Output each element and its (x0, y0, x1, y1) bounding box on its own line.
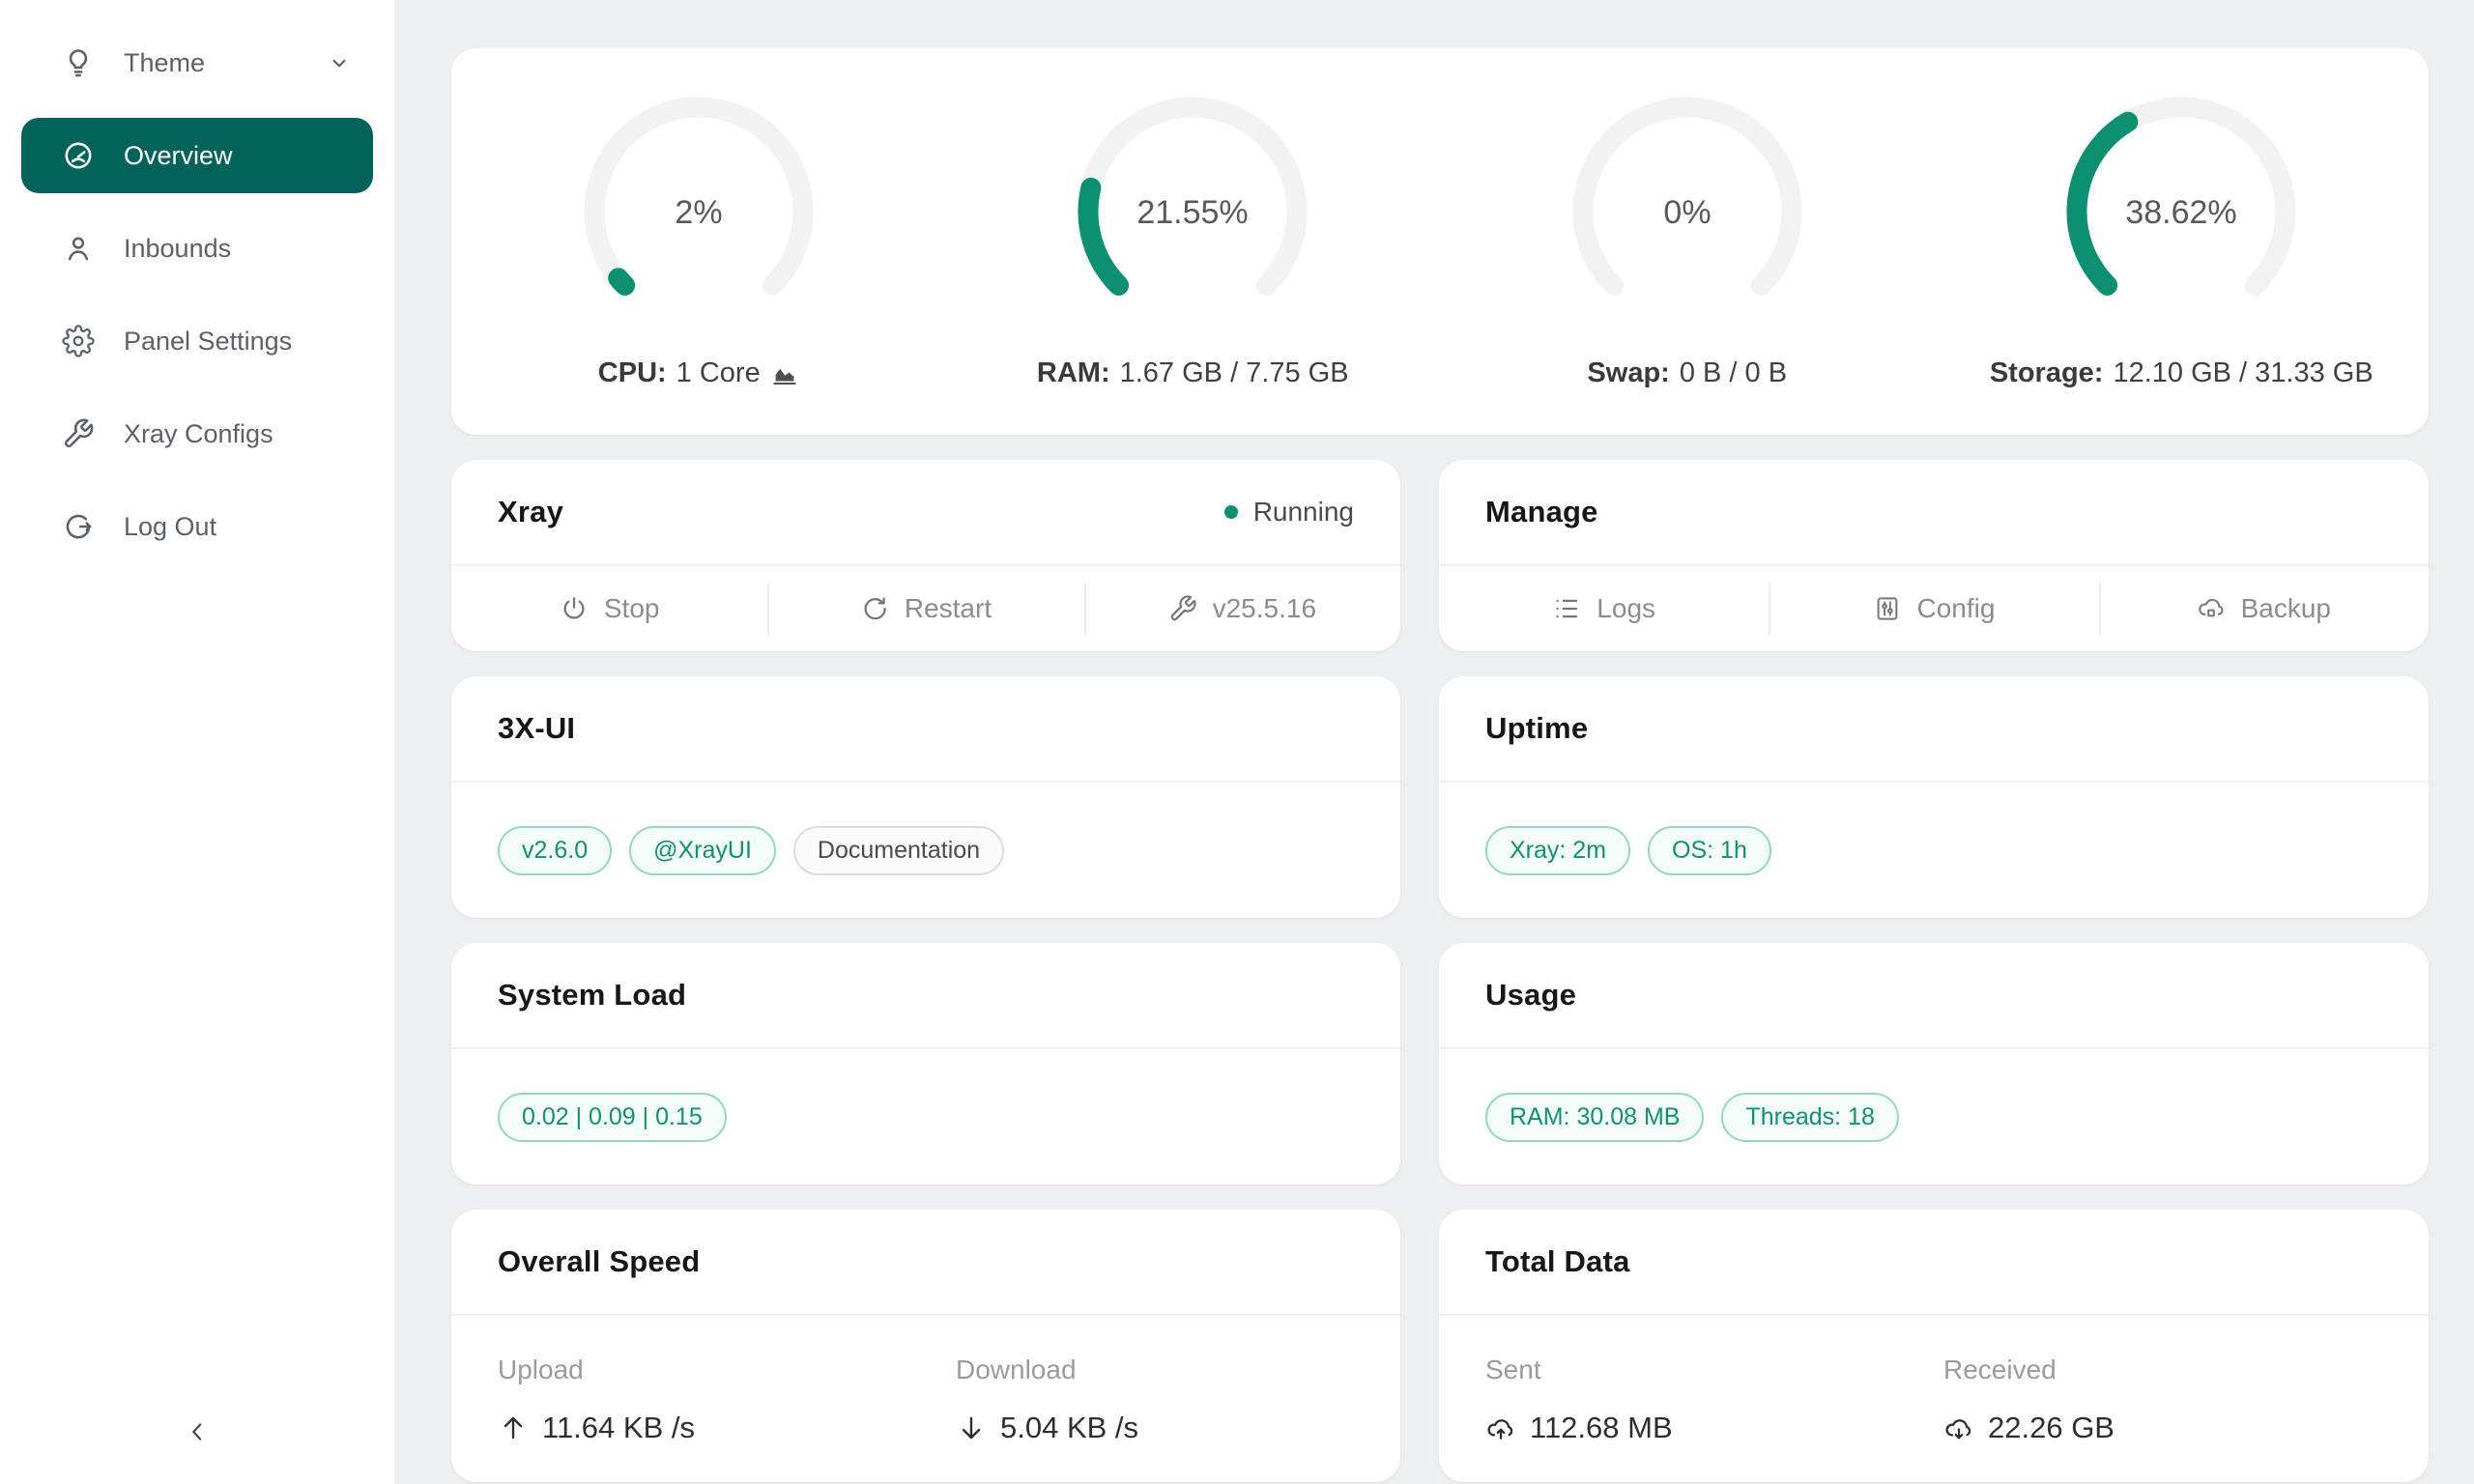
sidebar-collapse-button[interactable] (0, 1397, 394, 1467)
wrench-icon (1168, 594, 1197, 623)
cloud-upload-icon (1485, 1413, 1516, 1443)
os-uptime-badge: OS: 1h (1648, 826, 1771, 875)
user-icon (62, 232, 95, 265)
sidebar-item-xray-configs[interactable]: Xray Configs (21, 396, 373, 471)
bulb-icon (62, 46, 95, 79)
download-label: Download (956, 1355, 1400, 1385)
uptime-card-title: Uptime (1485, 711, 1588, 746)
storage-gauge: 38.62% Storage: 12.10 GB / 31.33 GB (1935, 48, 2430, 435)
received-value: 22.26 GB (1988, 1411, 2114, 1445)
power-icon (560, 594, 589, 623)
ram-usage-badge: RAM: 30.08 MB (1485, 1093, 1704, 1142)
threads-badge: Threads: 18 (1721, 1093, 1898, 1142)
main-content: 2% CPU: 1 Core 21.55% RAM: (451, 0, 2429, 1482)
logs-button[interactable]: Logs (1439, 566, 1769, 651)
stop-button[interactable]: Stop (451, 566, 767, 651)
swap-gauge-value: 0% (1663, 194, 1711, 231)
sent-stat: Sent 112.68 MB (1485, 1355, 1943, 1482)
chevron-left-icon (183, 1417, 212, 1446)
overall-speed-card: Overall Speed Upload 11.64 KB /s Downloa… (451, 1210, 1400, 1482)
backup-icon (2197, 594, 2226, 623)
sidebar-item-log-out[interactable]: Log Out (21, 489, 373, 564)
sidebar-item-label: Theme (124, 48, 205, 78)
manage-card-title: Manage (1485, 495, 1598, 529)
xray-card: Xray Running Stop Restart (451, 460, 1400, 651)
xrayui-badge[interactable]: @XrayUI (629, 826, 776, 875)
sidebar-item-theme[interactable]: Theme (21, 25, 373, 100)
wrench-icon (62, 417, 95, 450)
storage-gauge-chart: 38.62% (2060, 91, 2302, 332)
upload-label: Upload (498, 1355, 956, 1385)
xray-status: Running (1224, 497, 1354, 528)
download-speed-value: 5.04 KB /s (1000, 1411, 1138, 1445)
restart-icon (860, 594, 889, 623)
swap-gauge-label: Swap: 0 B / 0 B (1587, 357, 1787, 389)
arrow-down-icon (956, 1413, 987, 1443)
swap-gauge: 0% Swap: 0 B / 0 B (1440, 48, 1935, 435)
overall-speed-card-title: Overall Speed (498, 1244, 700, 1279)
total-data-card-title: Total Data (1485, 1244, 1630, 1279)
sidebar-item-panel-settings[interactable]: Panel Settings (21, 303, 373, 379)
received-stat: Received 22.26 GB (1943, 1355, 2402, 1482)
arrow-up-icon (498, 1413, 529, 1443)
xui-card-title: 3X-UI (498, 711, 575, 746)
xray-uptime-badge: Xray: 2m (1485, 826, 1630, 875)
system-load-card: System Load 0.02 | 0.09 | 0.15 (451, 943, 1400, 1184)
manage-card: Manage Logs Config (1439, 460, 2429, 651)
sidebar-item-label: Inbounds (124, 234, 231, 264)
area-chart-icon[interactable] (770, 359, 799, 388)
xui-card: 3X-UI v2.6.0 @XrayUI Documentation (451, 676, 1400, 918)
documentation-badge[interactable]: Documentation (793, 826, 1004, 875)
logout-icon (62, 510, 95, 543)
cpu-gauge-value: 2% (675, 194, 722, 231)
system-gauges-card: 2% CPU: 1 Core 21.55% RAM: (451, 48, 2429, 435)
sidebar-item-label: Xray Configs (124, 419, 273, 449)
dashboard-icon (62, 139, 95, 172)
load-average-badge: 0.02 | 0.09 | 0.15 (498, 1093, 727, 1142)
config-icon (1873, 594, 1902, 623)
xray-card-title: Xray (498, 495, 563, 529)
storage-gauge-value: 38.62% (2126, 194, 2237, 231)
total-data-card: Total Data Sent 112.68 MB Received (1439, 1210, 2429, 1482)
restart-button[interactable]: Restart (767, 566, 1083, 651)
running-status-dot (1224, 505, 1238, 519)
gear-icon (62, 325, 95, 357)
sidebar-item-label: Log Out (124, 512, 216, 542)
backup-button[interactable]: Backup (2099, 566, 2429, 651)
chevron-down-icon (327, 50, 352, 75)
ram-gauge: 21.55% RAM: 1.67 GB / 7.75 GB (946, 48, 1441, 435)
upload-speed-stat: Upload 11.64 KB /s (498, 1355, 956, 1482)
config-button[interactable]: Config (1769, 566, 2098, 651)
sidebar: Theme Overview Inbounds (0, 0, 394, 1484)
sidebar-item-inbounds[interactable]: Inbounds (21, 211, 373, 286)
cloud-download-icon (1943, 1413, 1974, 1443)
received-label: Received (1943, 1355, 2402, 1385)
ram-gauge-value: 21.55% (1137, 194, 1249, 231)
swap-gauge-chart: 0% (1567, 91, 1808, 332)
usage-card: Usage RAM: 30.08 MB Threads: 18 (1439, 943, 2429, 1184)
uptime-card: Uptime Xray: 2m OS: 1h (1439, 676, 2429, 918)
download-speed-stat: Download 5.04 KB /s (956, 1355, 1400, 1482)
ram-gauge-chart: 21.55% (1072, 91, 1313, 332)
sidebar-item-overview[interactable]: Overview (21, 118, 373, 193)
upload-speed-value: 11.64 KB /s (542, 1411, 695, 1445)
usage-card-title: Usage (1485, 978, 1576, 1013)
ram-gauge-label: RAM: 1.67 GB / 7.75 GB (1037, 357, 1349, 389)
sent-value: 112.68 MB (1530, 1411, 1673, 1445)
version-badge[interactable]: v2.6.0 (498, 826, 612, 875)
storage-gauge-label: Storage: 12.10 GB / 31.33 GB (1990, 357, 2373, 389)
system-load-card-title: System Load (498, 978, 686, 1013)
sidebar-item-label: Overview (124, 141, 233, 171)
running-status-label: Running (1253, 497, 1354, 528)
cpu-gauge: 2% CPU: 1 Core (451, 48, 946, 435)
sent-label: Sent (1485, 1355, 1943, 1385)
xray-version-button[interactable]: v25.5.16 (1084, 566, 1400, 651)
sidebar-item-label: Panel Settings (124, 327, 292, 357)
cpu-gauge-label: CPU: 1 Core (598, 357, 799, 389)
logs-icon (1552, 594, 1581, 623)
cpu-gauge-chart: 2% (578, 91, 820, 332)
